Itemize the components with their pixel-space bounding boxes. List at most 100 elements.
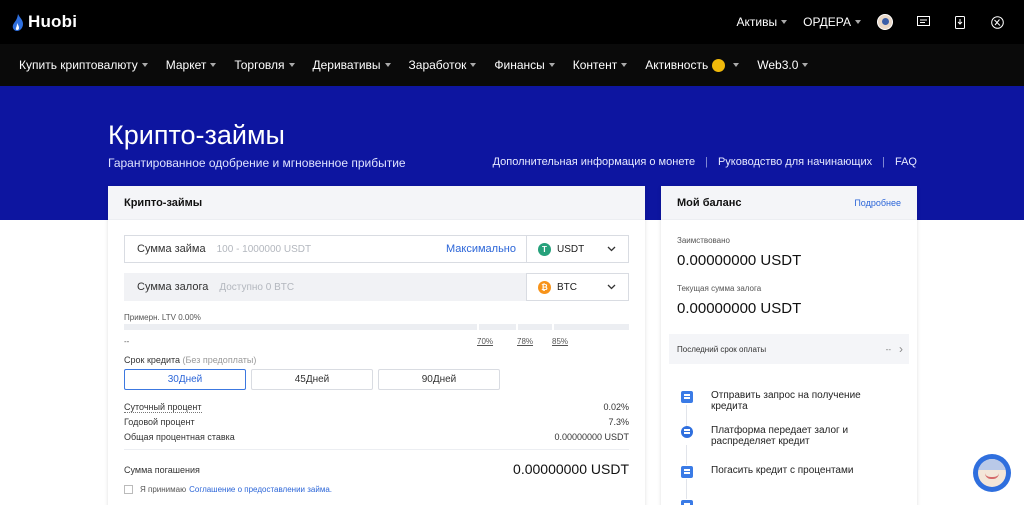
orders-menu[interactable]: ОРДЕРА bbox=[803, 15, 861, 29]
step-distribute: Платформа передает залог и распределяет … bbox=[681, 425, 871, 447]
nav-label: Контент bbox=[572, 58, 618, 72]
details-link[interactable]: Подробнее bbox=[854, 198, 901, 208]
nav-content[interactable]: Контент bbox=[572, 58, 628, 72]
nav-buy-crypto[interactable]: Купить криптовалюту bbox=[19, 58, 148, 72]
term-30-button[interactable]: 30Дней bbox=[124, 369, 246, 390]
ltv-tick bbox=[516, 324, 518, 330]
loan-currency-select[interactable]: T USDT bbox=[526, 235, 629, 263]
loan-currency-value: USDT bbox=[557, 243, 585, 255]
step-connector bbox=[686, 445, 687, 465]
download-icon[interactable] bbox=[953, 15, 967, 29]
message-icon[interactable] bbox=[916, 15, 930, 29]
orders-label: ОРДЕРА bbox=[803, 15, 851, 29]
nav-web3[interactable]: Web3.0 bbox=[757, 58, 809, 72]
annual-rate-value: 7.3% bbox=[608, 417, 629, 427]
flame-icon bbox=[12, 13, 23, 31]
page-title: Крипто-займы bbox=[108, 120, 285, 150]
borrowed-label: Заимствовано bbox=[677, 236, 730, 245]
collateral-placeholder: Доступно 0 BTC bbox=[219, 281, 295, 293]
agreement-link[interactable]: Соглашение о предоставлении займа. bbox=[189, 485, 332, 494]
document-icon bbox=[681, 391, 693, 403]
ltv-tick bbox=[552, 324, 554, 330]
last-due-value: -- bbox=[885, 344, 891, 354]
collateral-currency-value: BTC bbox=[557, 281, 577, 293]
loan-amount-field: Сумма займа 100 - 1000000 USDT Максималь… bbox=[124, 235, 629, 263]
nav-activity[interactable]: Активность bbox=[645, 58, 740, 72]
support-chat-button[interactable] bbox=[973, 454, 1011, 492]
loan-amount-placeholder: 100 - 1000000 USDT bbox=[216, 243, 312, 255]
ltv-value: -- bbox=[124, 337, 130, 346]
support-avatar-icon bbox=[978, 459, 1006, 487]
faq-link[interactable]: FAQ bbox=[895, 156, 917, 168]
link-separator: | bbox=[705, 156, 708, 168]
term-label-note: (Без предоплаты) bbox=[182, 355, 257, 365]
ltv-progress-bar bbox=[124, 324, 629, 330]
assets-menu[interactable]: Активы bbox=[737, 15, 788, 29]
nav-market[interactable]: Маркет bbox=[166, 58, 217, 72]
total-interest-row: Общая процентная ставка 0.00000000 USDT bbox=[124, 432, 629, 442]
chevron-right-icon: › bbox=[899, 342, 903, 356]
chevron-down-icon bbox=[855, 20, 861, 24]
language-icon[interactable] bbox=[990, 15, 1004, 29]
chevron-down-icon bbox=[802, 63, 809, 67]
step-partial bbox=[681, 499, 711, 505]
collateral-field: Сумма залога Доступно 0 BTC ₿ BTC bbox=[124, 273, 629, 301]
step-text: Отправить запрос на получение кредита bbox=[711, 390, 861, 412]
nav-label: Деривативы bbox=[312, 58, 381, 72]
chevron-down-icon bbox=[288, 63, 295, 67]
last-due-row[interactable]: Последний срок оплаты -- › bbox=[669, 334, 909, 364]
main-nav: Купить криптовалюту Маркет Торговля Дери… bbox=[0, 44, 1024, 86]
borrowed-value: 0.00000000 USDT bbox=[677, 252, 802, 269]
collateral-value: 0.00000000 USDT bbox=[677, 300, 802, 317]
step-repay: Погасить кредит с процентами bbox=[681, 465, 871, 478]
coin-info-link[interactable]: Дополнительная информация о монете bbox=[493, 156, 696, 168]
nav-earn[interactable]: Заработок bbox=[409, 58, 477, 72]
collateral-label: Текущая сумма залога bbox=[677, 284, 762, 293]
chevron-down-icon bbox=[733, 63, 740, 67]
chevron-down-icon bbox=[621, 63, 628, 67]
page-subtitle: Гарантированное одобрение и мгновенное п… bbox=[108, 156, 406, 170]
repayment-label: Сумма погашения bbox=[124, 465, 200, 475]
collateral-currency-select[interactable]: ₿ BTC bbox=[526, 273, 629, 301]
nav-derivatives[interactable]: Деривативы bbox=[313, 58, 391, 72]
ltv-mark-85: 85% bbox=[552, 337, 569, 346]
last-due-label: Последний срок оплаты bbox=[677, 344, 767, 354]
loan-amount-label: Сумма займа bbox=[137, 243, 206, 255]
chevron-down-icon bbox=[470, 63, 477, 67]
term-90-button[interactable]: 90Дней bbox=[378, 369, 500, 390]
max-button[interactable]: Максимально bbox=[446, 243, 516, 255]
total-interest-label: Общая процентная ставка bbox=[124, 432, 235, 442]
coin-icon bbox=[712, 58, 726, 72]
nav-label: Заработок bbox=[408, 58, 467, 72]
daily-rate-value: 0.02% bbox=[603, 402, 629, 412]
step-request: Отправить запрос на получение кредита bbox=[681, 390, 871, 412]
usdt-icon: T bbox=[538, 242, 551, 256]
balance-card-header: Мой баланс Подробнее bbox=[661, 186, 917, 220]
term-45-button[interactable]: 45Дней bbox=[251, 369, 373, 390]
repay-icon bbox=[681, 466, 693, 478]
chevron-down-icon bbox=[384, 63, 391, 67]
step-text: Погасить кредит с процентами bbox=[711, 465, 854, 476]
chevron-down-icon bbox=[141, 63, 148, 67]
term-label: Срок кредита (Без предоплаты) bbox=[124, 355, 256, 365]
nav-label: Купить криптовалюту bbox=[19, 58, 138, 72]
chevron-down-icon bbox=[607, 284, 616, 290]
nav-finance[interactable]: Финансы bbox=[494, 58, 555, 72]
user-avatar[interactable] bbox=[877, 14, 893, 30]
step-connector bbox=[686, 479, 687, 499]
daily-rate-label[interactable]: Суточный процент bbox=[124, 402, 202, 413]
loan-amount-input[interactable]: Сумма займа 100 - 1000000 USDT Максималь… bbox=[124, 235, 526, 263]
annual-rate-row: Годовой процент 7.3% bbox=[124, 417, 629, 427]
agreement-checkbox[interactable] bbox=[124, 485, 133, 494]
nav-label: Маркет bbox=[165, 58, 207, 72]
agreement-text: Я принимаю bbox=[140, 485, 187, 494]
chevron-down-icon bbox=[548, 63, 555, 67]
ltv-tick bbox=[477, 324, 479, 330]
nav-label: Активность bbox=[645, 58, 709, 72]
collateral-input[interactable]: Сумма залога Доступно 0 BTC bbox=[124, 273, 526, 301]
beginner-guide-link[interactable]: Руководство для начинающих bbox=[718, 156, 872, 168]
huobi-logo[interactable]: Huobi bbox=[11, 12, 77, 32]
chevron-down-icon bbox=[781, 20, 788, 24]
nav-trade[interactable]: Торговля bbox=[234, 58, 295, 72]
ltv-label: Примерн. LTV 0.00% bbox=[124, 313, 201, 322]
